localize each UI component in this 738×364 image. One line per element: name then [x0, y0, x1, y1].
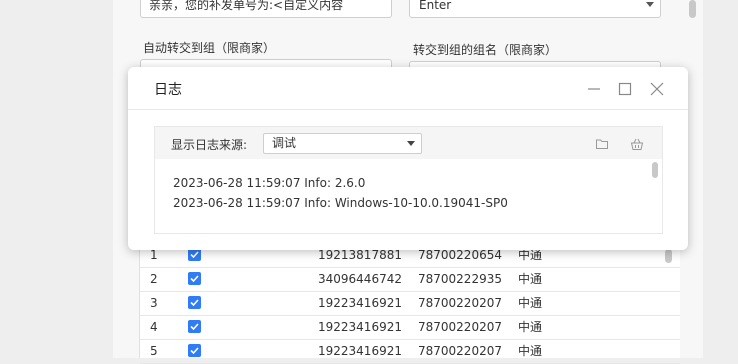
check-icon: [190, 275, 199, 283]
tracking-number-cell: 787002202078: [418, 296, 502, 310]
courier-cell: 中通: [518, 320, 543, 334]
maximize-icon: [618, 82, 632, 96]
row-checkbox[interactable]: [188, 320, 201, 333]
tracking-number-cell: 787002229354: [418, 272, 502, 286]
maximize-button[interactable]: [616, 80, 634, 98]
minimize-button[interactable]: [585, 80, 603, 98]
log-panel: 显示日志来源: 调试 2023-06-28 11:59:07 Info: 2.6…: [154, 126, 663, 234]
courier-cell: 中通: [518, 344, 543, 358]
open-folder-button[interactable]: [595, 136, 609, 150]
log-dialog: 日志 显示日志来源: 调试 2023-06-28 11:59:07 Info: …: [128, 67, 688, 250]
row-checkbox[interactable]: [188, 344, 201, 357]
order-number-cell: 192234169217: [318, 344, 402, 358]
log-toolbar: 显示日志来源: 调试: [155, 127, 662, 159]
table-row[interactable]: 5 192234169217 787002202077 中通: [140, 339, 680, 364]
row-index: 3: [150, 296, 158, 310]
close-icon: [650, 82, 664, 96]
basket-icon: [630, 138, 644, 150]
table-scrollbar-thumb[interactable]: [665, 249, 672, 263]
dialog-header-divider: [128, 109, 688, 110]
row-index: 4: [150, 320, 158, 334]
dialog-title: 日志: [154, 82, 182, 98]
log-line: 2023-06-28 11:59:07 Info: Windows-10-10.…: [173, 196, 508, 210]
scrollbar-thumb[interactable]: [689, 0, 696, 18]
close-button[interactable]: [648, 80, 666, 98]
send-key-value: Enter: [419, 0, 452, 12]
row-index: 2: [150, 272, 158, 286]
reply-text-input[interactable]: 亲亲，您的补发单号为:<自定义内容: [140, 0, 392, 18]
table-row[interactable]: 4 192234169217 787002202078 中通: [140, 315, 680, 340]
auto-transfer-label: 自动转交到组（限商家）: [143, 41, 276, 55]
send-key-select[interactable]: Enter: [409, 0, 661, 18]
clear-log-button[interactable]: [630, 136, 644, 150]
tracking-number-cell: 787002202077: [418, 344, 502, 358]
row-checkbox[interactable]: [188, 272, 201, 285]
courier-cell: 中通: [518, 272, 543, 286]
log-source-value: 调试: [272, 136, 297, 150]
tracking-number-cell: 787002202078: [418, 320, 502, 334]
table-row[interactable]: 2 340964467427 787002229354 中通: [140, 267, 680, 292]
courier-cell: 中通: [518, 296, 543, 310]
log-content[interactable]: 2023-06-28 11:59:07 Info: 2.6.0 2023-06-…: [155, 159, 662, 233]
folder-icon: [596, 139, 608, 149]
check-icon: [190, 347, 199, 355]
order-number-cell: 340964467427: [318, 272, 402, 286]
order-number-cell: 192234169217: [318, 320, 402, 334]
row-index: 5: [150, 344, 158, 358]
check-icon: [190, 323, 199, 331]
table-row[interactable]: 3 192234169217 787002202078 中通: [140, 291, 680, 316]
log-source-label: 显示日志来源:: [171, 138, 248, 152]
minimize-icon: [588, 88, 600, 90]
chevron-down-icon: [407, 141, 415, 146]
order-table: 1 192138178810 787002206548 中通 2 340964467427…: [139, 243, 680, 364]
check-icon: [190, 299, 199, 307]
log-source-select[interactable]: 调试: [263, 133, 422, 154]
order-number-cell: 192234169217: [318, 296, 402, 310]
chevron-down-icon: [646, 2, 654, 7]
log-line: 2023-06-28 11:59:07 Info: 2.6.0: [173, 176, 366, 190]
row-checkbox[interactable]: [188, 296, 201, 309]
transfer-group-label: 转交到组的组名（限商家）: [413, 43, 558, 57]
log-scrollbar-thumb[interactable]: [652, 162, 658, 178]
